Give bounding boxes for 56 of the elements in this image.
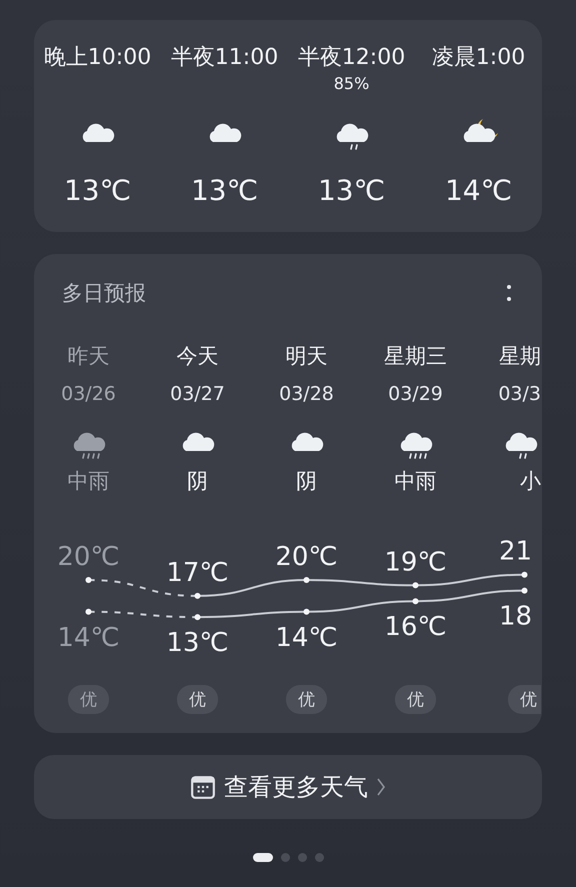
hour-time: 半夜11:00 [170, 44, 278, 72]
day-date: 03/28 [279, 383, 334, 405]
high-temperature: 21 [499, 536, 532, 567]
weather-condition: 中雨 [394, 468, 436, 495]
day-label: 明天 [286, 343, 328, 370]
high-temperature: 17℃ [166, 558, 229, 588]
temperature-point [304, 608, 310, 615]
hour-time: 晚上10:00 [44, 44, 152, 72]
low-temperature: 18 [499, 602, 532, 632]
air-quality-badge: 优 [395, 685, 436, 714]
low-temperature: 14℃ [275, 622, 338, 653]
temperature-point [304, 577, 310, 583]
temperature-point [194, 614, 200, 620]
air-quality-badge: 优 [68, 685, 109, 714]
air-quality-badge: 优 [286, 685, 327, 714]
day-date: 03/3 [498, 383, 541, 405]
temperature-point [194, 592, 200, 599]
weather-condition: 小 [520, 468, 541, 495]
hour-temperature: 13℃ [190, 174, 258, 207]
temperature-point [522, 588, 528, 594]
day-date: 03/27 [170, 383, 225, 405]
high-temperature: 19℃ [384, 547, 447, 578]
air-quality-badge: 优 [177, 685, 218, 714]
page-indicator-dot[interactable] [314, 853, 324, 862]
temperature-point [412, 598, 418, 604]
day-label: 昨天 [68, 343, 110, 370]
calendar-icon [190, 774, 216, 800]
hour-temperature: 13℃ [64, 174, 132, 207]
hour-temperature: 13℃ [318, 174, 386, 207]
weather-condition: 阴 [296, 468, 317, 495]
high-temperature: 20℃ [275, 542, 338, 572]
day-date: 03/26 [61, 383, 116, 405]
temperature-point [86, 577, 92, 583]
day-label: 星期 [499, 343, 541, 370]
high-temperature: 20℃ [57, 542, 120, 572]
temperature-point [412, 582, 418, 588]
weather-condition: 阴 [187, 468, 208, 495]
low-temperature: 16℃ [384, 612, 447, 642]
low-temperature: 13℃ [166, 628, 229, 658]
air-quality-badge: 优 [508, 685, 541, 714]
hour-time: 半夜12:00 [298, 44, 406, 72]
weather-condition: 中雨 [68, 468, 110, 495]
more-weather-button[interactable]: 查看更多天气 [34, 755, 542, 819]
temperature-point [86, 608, 92, 615]
page-indicator-dot[interactable] [298, 853, 306, 862]
day-label: 星期三 [384, 343, 447, 370]
page-indicator-dot[interactable] [280, 853, 290, 862]
precipitation-chance: 85% [334, 74, 370, 95]
day-label: 今天 [176, 343, 218, 370]
card-title: 多日预报 [62, 280, 146, 307]
day-date: 03/29 [388, 383, 443, 405]
hour-time: 凌晨1:00 [432, 44, 526, 72]
temperature-point [522, 572, 528, 578]
chevron-right-icon [376, 777, 386, 797]
hour-temperature: 14℃ [444, 174, 512, 207]
low-temperature: 14℃ [57, 622, 120, 653]
